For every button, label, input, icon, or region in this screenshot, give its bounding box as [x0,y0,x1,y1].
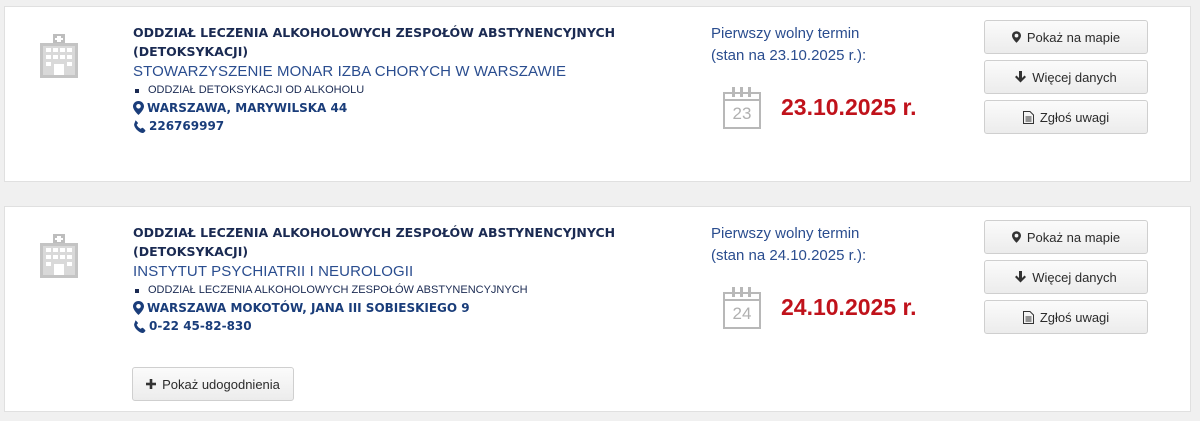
button-label: Pokaż udogodnienia [162,376,280,392]
calendar-icon: 23 [723,85,761,129]
bullet-icon [135,88,139,93]
show-amenities-button[interactable]: Pokaż udogodnienia [132,367,294,401]
term-date-row: 24 24.10.2025 r. [723,285,971,329]
phone-text[interactable]: 0-22 45-82-830 [149,317,252,335]
more-data-button[interactable]: Więcej danych [984,260,1148,294]
map-marker-icon [1011,31,1021,43]
phone-icon [134,319,146,333]
result-card: ODDZIAŁ LECZENIA ALKOHOLOWYCH ZESPOŁÓW A… [4,206,1191,412]
phone-text[interactable]: 226769997 [149,117,224,135]
term-label: Pierwszy wolny termin [711,25,860,42]
address-text: WARSZAWA, MARYWILSKA 44 [147,101,348,115]
plus-icon [146,379,157,389]
show-map-button[interactable]: Pokaż na mapie [984,220,1148,254]
map-marker-icon [133,101,144,115]
report-button[interactable]: Zgłoś uwagi [984,100,1148,134]
calendar-day: 24 [732,304,752,323]
first-term: Pierwszy wolny termin (stan na 24.10.202… [711,223,971,329]
result-card: ODDZIAŁ LECZENIA ALKOHOLOWYCH ZESPOŁÓW A… [4,6,1191,182]
address: WARSZAWA MOKOTÓW, JANA III SOBIESKIEGO 9 [133,299,653,317]
arrow-down-icon [1015,271,1027,283]
arrow-down-icon [1015,71,1027,83]
unit-name: ODDZIAŁ LECZENIA ALKOHOLOWYCH ZESPOŁÓW A… [133,225,616,259]
report-button[interactable]: Zgłoś uwagi [984,300,1148,334]
calendar-icon: 24 [723,285,761,329]
hospital-icon [40,234,78,278]
phone: 226769997 [133,117,653,135]
term-label: Pierwszy wolny termin [711,225,860,242]
button-label: Więcej danych [1032,69,1117,85]
map-marker-icon [1011,231,1021,243]
phone-icon [134,119,146,133]
address-text: WARSZAWA MOKOTÓW, JANA III SOBIESKIEGO 9 [147,301,470,315]
term-status-date: (stan na 23.10.2025 r.): [711,47,867,64]
document-icon [1022,110,1034,124]
term-status-date: (stan na 24.10.2025 r.): [711,247,867,264]
action-buttons: Pokaż na mapie Więcej danych Zgłoś uwagi [984,20,1148,140]
document-icon [1022,310,1034,324]
button-label: Pokaż na mapie [1026,29,1121,45]
facility-info: ODDZIAŁ LECZENIA ALKOHOLOWYCH ZESPOŁÓW A… [133,223,653,335]
button-label: Pokaż na mapie [1026,229,1121,245]
sub-unit-label: ODDZIAŁ DETOKSYKACJI OD ALKOHOLU [148,84,365,96]
first-available-date: 24.10.2025 r. [781,293,917,320]
first-available-date: 23.10.2025 r. [781,93,917,120]
action-buttons: Pokaż na mapie Więcej danych Zgłoś uwagi [984,220,1148,340]
sub-unit-label: ODDZIAŁ LECZENIA ALKOHOLOWYCH ZESPOŁÓW A… [148,284,528,296]
term-date-row: 23 23.10.2025 r. [723,85,971,129]
phone: 0-22 45-82-830 [133,317,653,335]
show-map-button[interactable]: Pokaż na mapie [984,20,1148,54]
sub-unit: ODDZIAŁ DETOKSYKACJI OD ALKOHOLU [135,82,653,99]
first-term: Pierwszy wolny termin (stan na 23.10.202… [711,23,971,129]
map-marker-icon [133,301,144,315]
button-label: Zgłoś uwagi [1039,109,1110,125]
hospital-icon [40,34,78,78]
unit-name: ODDZIAŁ LECZENIA ALKOHOLOWYCH ZESPOŁÓW A… [133,25,616,59]
provider-name: INSTYTUT PSYCHIATRII I NEUROLOGII [133,263,414,280]
address: WARSZAWA, MARYWILSKA 44 [133,99,653,117]
facility-info: ODDZIAŁ LECZENIA ALKOHOLOWYCH ZESPOŁÓW A… [133,23,653,135]
button-label: Więcej danych [1032,269,1117,285]
provider-name: STOWARZYSZENIE MONAR IZBA CHORYCH W WARS… [133,63,567,80]
sub-unit: ODDZIAŁ LECZENIA ALKOHOLOWYCH ZESPOŁÓW A… [135,282,653,299]
more-data-button[interactable]: Więcej danych [984,60,1148,94]
button-label: Zgłoś uwagi [1039,309,1110,325]
bullet-icon [135,288,139,293]
calendar-day: 23 [732,104,752,123]
